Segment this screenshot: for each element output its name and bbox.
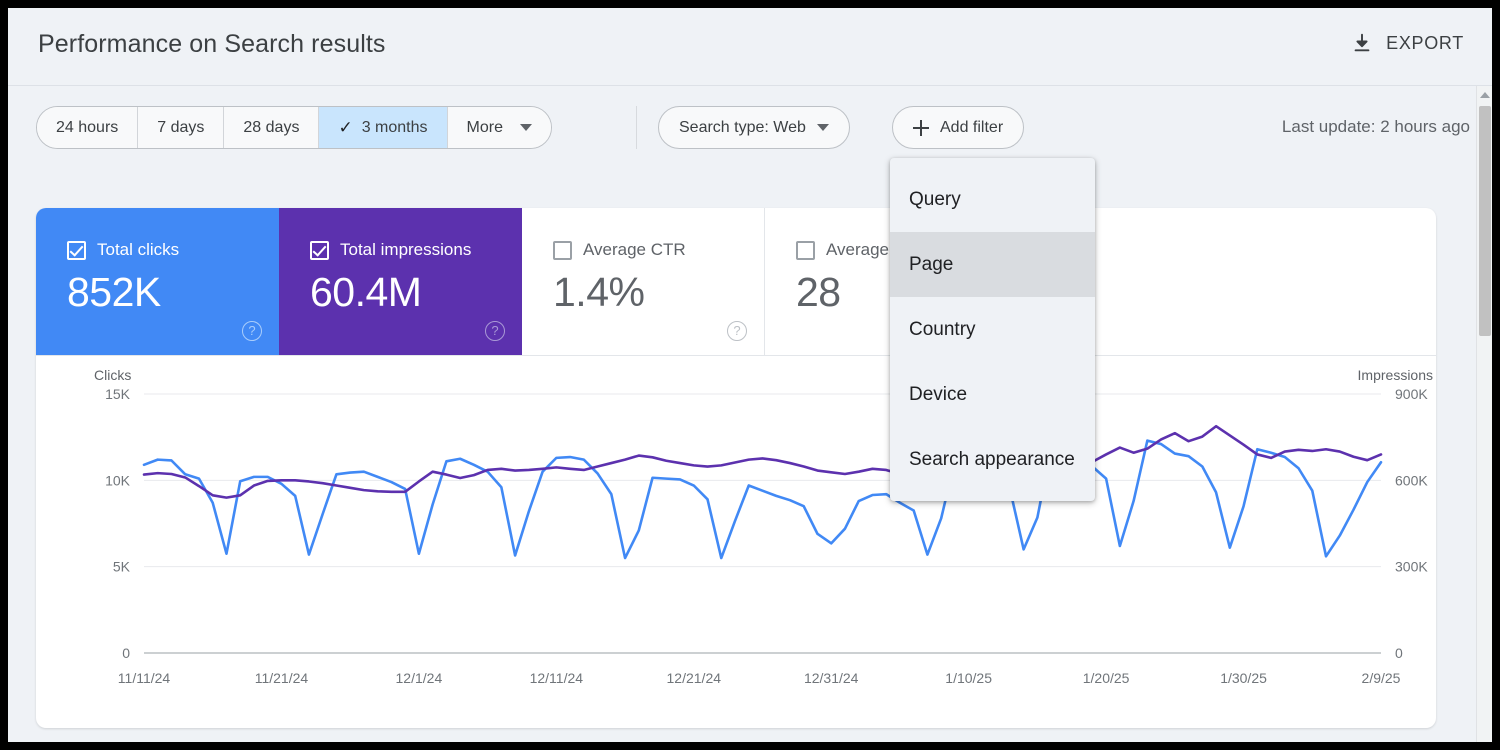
x-tick-label: 1/10/25 [945, 670, 992, 686]
dropdown-item-search-appearance[interactable]: Search appearance [890, 427, 1095, 492]
last-update-text: Last update: 2 hours ago [1282, 117, 1470, 137]
y-tick-label: 10K [105, 472, 131, 488]
date-range-7-days[interactable]: 7 days [138, 107, 224, 148]
x-tick-label: 12/21/24 [667, 670, 722, 686]
date-range-label: More [467, 119, 503, 137]
search-type-label: Search type: Web [679, 119, 806, 137]
y2-axis-title: Impressions [1358, 367, 1433, 383]
date-range-label: 3 months [362, 119, 428, 137]
export-button[interactable]: EXPORT [1345, 28, 1470, 58]
vertical-scrollbar[interactable] [1476, 86, 1492, 742]
metric-card-clicks[interactable]: Total clicks 852K? [36, 208, 279, 355]
help-icon[interactable]: ? [242, 321, 262, 341]
scrollbar-thumb[interactable] [1479, 106, 1491, 336]
date-range-3-months[interactable]: ✓ 3 months [319, 107, 447, 148]
help-icon[interactable]: ? [485, 321, 505, 341]
scroll-up-arrow-icon[interactable] [1480, 92, 1490, 98]
performance-card: Total clicks 852K? Total impressions 60.4M?… [36, 208, 1436, 728]
metric-header: Total clicks [67, 240, 279, 260]
metric-value: 1.4% [553, 270, 764, 315]
export-label: EXPORT [1386, 33, 1464, 54]
performance-chart: 0 0 5K 300K 10K 600K 15K 900K Clicks Impressions 1… [36, 356, 1436, 728]
help-icon[interactable]: ? [727, 321, 747, 341]
x-tick-label: 1/20/25 [1083, 670, 1130, 686]
chevron-down-icon [817, 124, 829, 131]
metric-card-ctr[interactable]: Average CTR 1.4%? [522, 208, 765, 355]
metric-checkbox-impressions[interactable] [310, 241, 329, 260]
y-tick-label: 0 [122, 645, 130, 661]
metric-label: Total clicks [97, 240, 179, 260]
x-tick-label: 12/11/24 [530, 670, 584, 686]
x-tick-label: 11/21/24 [255, 670, 309, 686]
date-range-label: 28 days [243, 119, 299, 137]
filter-toolbar: 24 hours 7 days 28 days ✓ 3 months More Searc… [8, 86, 1492, 166]
add-filter-button[interactable]: Add filter [892, 106, 1024, 149]
search-console-performance-page: Performance on Search results EXPORT 24 … [8, 8, 1492, 742]
y2-tick-label: 600K [1395, 472, 1428, 488]
y2-tick-label: 0 [1395, 645, 1403, 661]
search-type-button[interactable]: Search type: Web [658, 106, 850, 149]
toolbar-divider [636, 106, 637, 149]
plus-icon [913, 120, 929, 136]
metric-header: Average CTR [553, 240, 764, 260]
metric-value: 60.4M [310, 270, 522, 315]
metric-checkbox-clicks[interactable] [67, 241, 86, 260]
metric-header: Total impressions [310, 240, 522, 260]
page-title: Performance on Search results [38, 30, 386, 59]
date-range-24-hours[interactable]: 24 hours [37, 107, 138, 148]
metric-card-impressions[interactable]: Total impressions 60.4M? [279, 208, 522, 355]
dropdown-item-country[interactable]: Country [890, 297, 1095, 362]
dropdown-item-page[interactable]: Page [890, 232, 1095, 297]
x-tick-label: 11/11/24 [118, 670, 171, 686]
metric-checkbox-ctr[interactable] [553, 241, 572, 260]
x-tick-label: 12/31/24 [804, 670, 859, 686]
chevron-down-icon [520, 124, 532, 131]
y2-tick-label: 900K [1395, 386, 1428, 402]
metric-checkbox-position[interactable] [796, 241, 815, 260]
metric-value: 852K [67, 270, 279, 315]
metric-label: Average CTR [583, 240, 686, 260]
download-icon [1351, 32, 1373, 54]
date-range-28-days[interactable]: 28 days [224, 107, 319, 148]
page-header: Performance on Search results EXPORT [8, 8, 1492, 86]
y-tick-label: 5K [113, 559, 131, 575]
add-filter-dropdown-menu[interactable]: QueryPageCountryDeviceSearch appearance [890, 158, 1095, 501]
date-range-label: 7 days [157, 119, 204, 137]
check-icon: ✓ [338, 119, 352, 136]
date-range-label: 24 hours [56, 119, 118, 137]
add-filter-label: Add filter [940, 119, 1003, 137]
dropdown-item-query[interactable]: Query [890, 167, 1095, 232]
y2-tick-label: 300K [1395, 559, 1428, 575]
y-tick-label: 15K [105, 386, 131, 402]
y-axis-title: Clicks [94, 367, 131, 383]
metric-cards-row: Total clicks 852K? Total impressions 60.4M?… [36, 208, 1436, 356]
x-tick-label: 2/9/25 [1362, 670, 1401, 686]
performance-chart-svg: 0 0 5K 300K 10K 600K 15K 900K Clicks Impressions 1… [36, 356, 1436, 728]
dropdown-item-device[interactable]: Device [890, 362, 1095, 427]
metric-label: Total impressions [340, 240, 471, 260]
x-tick-label: 12/1/24 [396, 670, 443, 686]
date-range-segmented-control[interactable]: 24 hours 7 days 28 days ✓ 3 months More [36, 106, 552, 149]
date-range-more[interactable]: More [448, 107, 551, 148]
x-tick-label: 1/30/25 [1220, 670, 1267, 686]
